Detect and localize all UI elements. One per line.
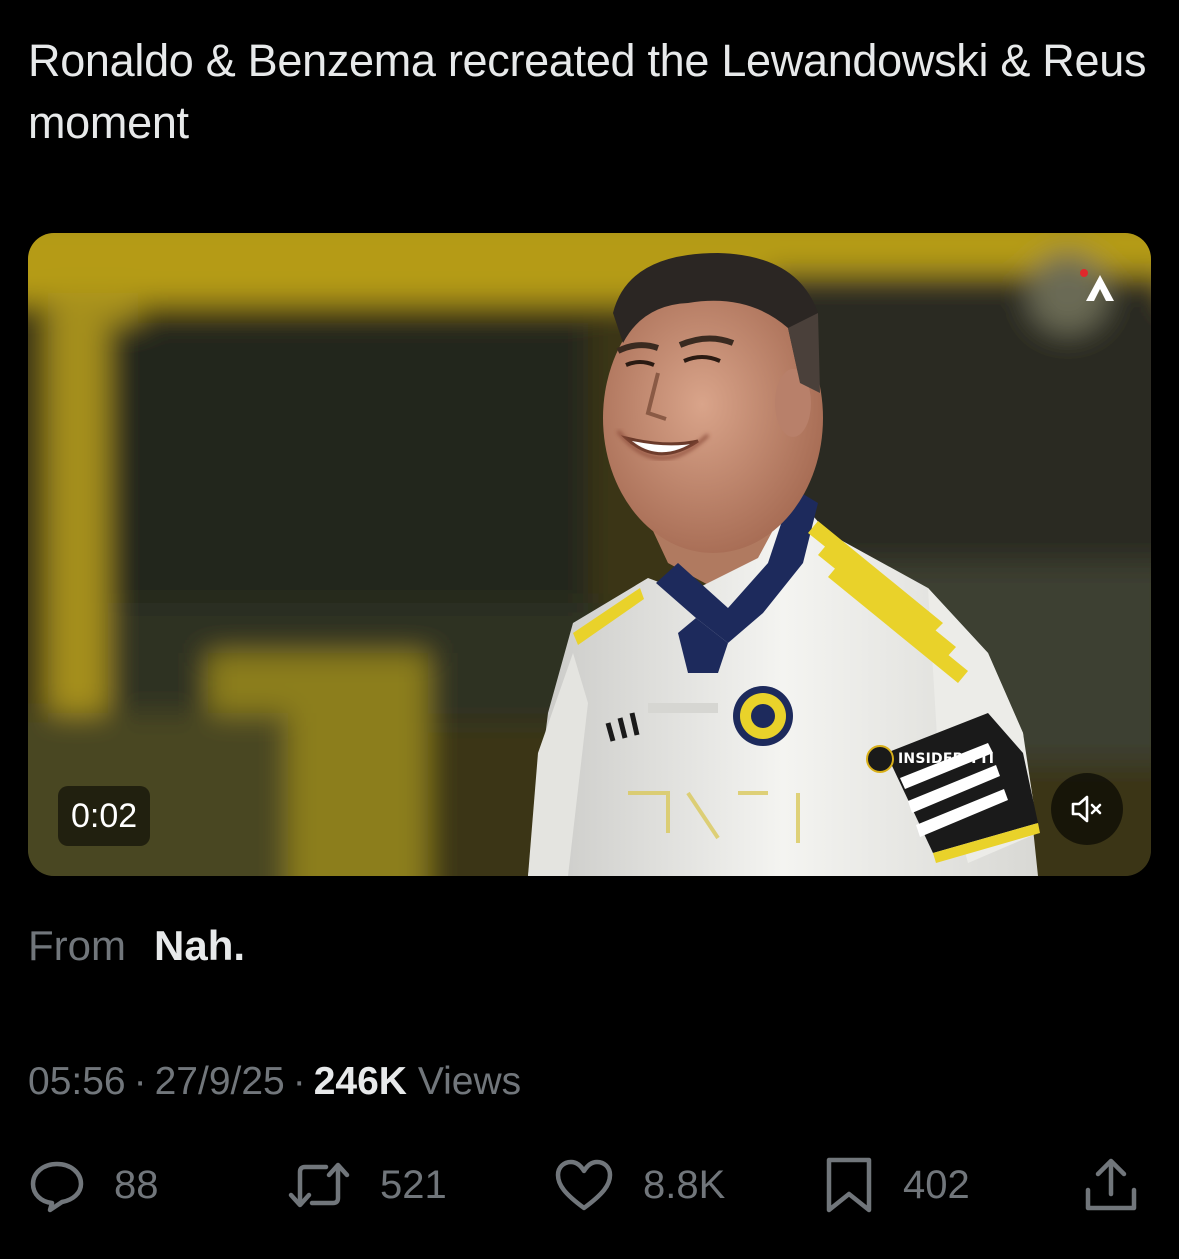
bookmark-icon — [826, 1157, 872, 1213]
reply-button[interactable]: 88 — [28, 1150, 159, 1220]
speaker-muted-icon — [1071, 795, 1102, 823]
reply-count: 88 — [114, 1162, 159, 1207]
views-label: Views — [417, 1060, 522, 1103]
reply-icon — [30, 1161, 84, 1213]
post-meta: 05:56 · 27/9/25 · 246K Views — [28, 1052, 521, 1112]
post-time[interactable]: 05:56 — [28, 1060, 126, 1103]
mute-button[interactable] — [1051, 773, 1123, 845]
repost-button[interactable]: 521 — [286, 1150, 447, 1220]
share-icon — [1085, 1158, 1137, 1211]
video-duration-badge: 0:02 — [58, 786, 151, 846]
share-button[interactable] — [1080, 1150, 1142, 1220]
watermark-badge-icon — [866, 745, 894, 773]
action-bar: 88 521 8.8K 402 — [0, 1150, 1179, 1220]
bookmark-button[interactable]: 402 — [823, 1150, 970, 1220]
meta-separator: · — [133, 1060, 147, 1103]
watermark-text: INSIDERITTI — [898, 751, 995, 767]
video-watermark: INSIDERITTI — [866, 743, 994, 775]
post-text: Ronaldo & Benzema recreated the Lewandow… — [28, 35, 1147, 148]
like-button[interactable]: 8.8K — [553, 1150, 725, 1220]
source-account-link[interactable]: Nah. — [154, 922, 245, 969]
source-label: From — [28, 922, 126, 969]
repost-count: 521 — [380, 1162, 447, 1207]
bookmark-count: 402 — [903, 1162, 970, 1207]
meta-separator: · — [292, 1060, 306, 1103]
video-frame — [28, 233, 1151, 876]
channel-logo-icon — [1078, 267, 1122, 311]
heart-icon — [555, 1159, 613, 1211]
video-player[interactable]: INSIDERITTI 0:02 — [28, 233, 1151, 876]
repost-icon — [288, 1162, 350, 1208]
post-date[interactable]: 27/9/25 — [155, 1060, 285, 1103]
like-count: 8.8K — [643, 1162, 726, 1207]
views-count: 246K — [313, 1060, 407, 1103]
video-source: From Nah. — [28, 916, 245, 976]
